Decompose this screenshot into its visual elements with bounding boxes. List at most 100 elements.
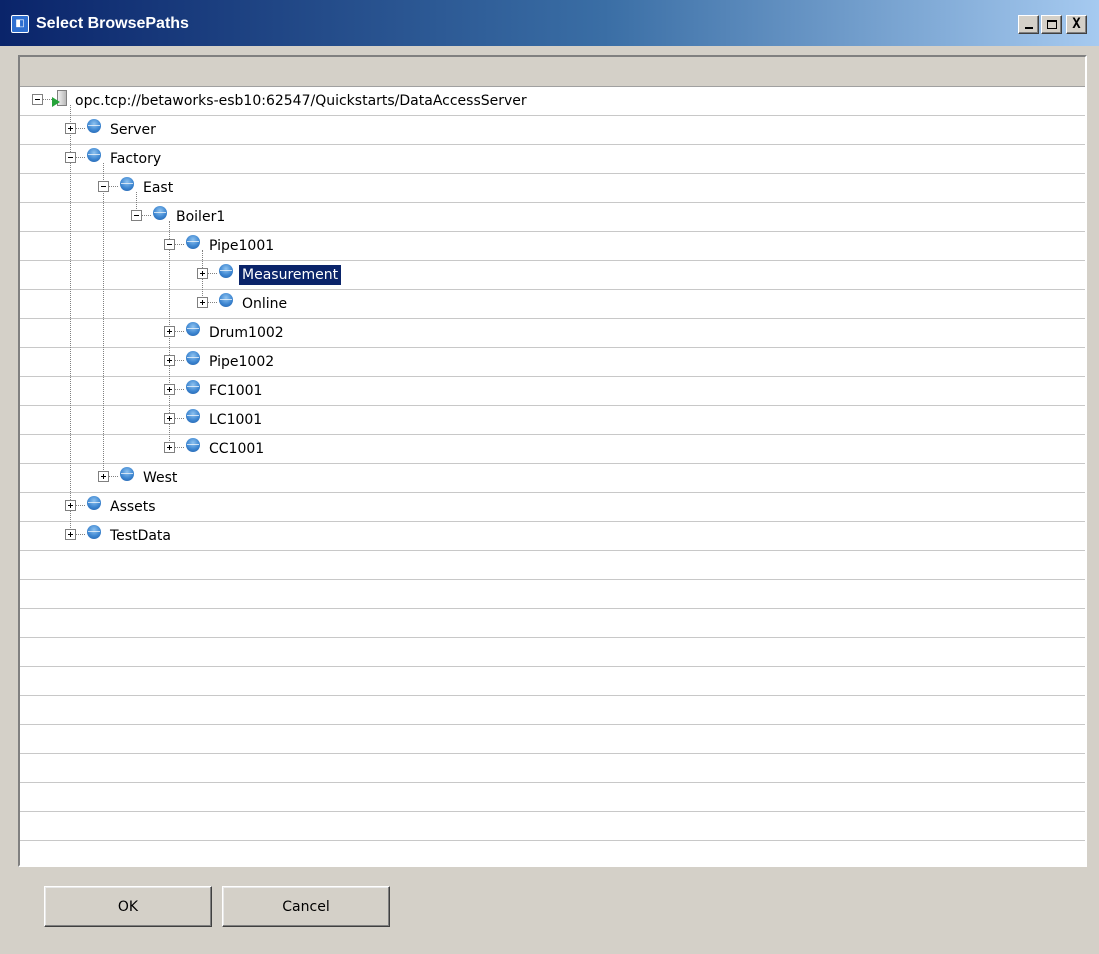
tree-row-line [20,551,1085,580]
node-icon [120,467,134,481]
tree-node-label[interactable]: Assets [107,497,159,517]
maximize-button[interactable] [1041,15,1062,34]
node-icon [219,264,233,278]
tree-connector [43,99,52,100]
app-icon: ◧ [11,15,29,33]
node-icon [186,380,200,394]
browse-tree-panel[interactable]: opc.tcp://betaworks-esb10:62547/Quicksta… [18,55,1087,867]
tree-connector [109,186,118,187]
tree-row-line [20,696,1085,725]
tree-row-line [20,667,1085,696]
node-icon [87,525,101,539]
tree-node-label[interactable]: opc.tcp://betaworks-esb10:62547/Quicksta… [72,91,530,111]
tree-row-line [20,232,1085,261]
tree-row-line [20,609,1085,638]
tree-connector [103,163,104,476]
tree-row-line [20,290,1085,319]
tree-node-label[interactable]: Boiler1 [173,207,228,227]
tree-connector [175,418,184,419]
expand-icon[interactable] [98,471,109,482]
tree-row-line [20,145,1085,174]
tree-connector [76,534,85,535]
expand-icon[interactable] [197,268,208,279]
tree-header [20,57,1085,87]
node-icon [186,322,200,336]
expand-icon[interactable] [65,529,76,540]
expand-icon[interactable] [164,355,175,366]
tree-node-label[interactable]: Drum1002 [206,323,287,343]
server-icon [52,90,68,108]
node-icon [120,177,134,191]
tree-node-label[interactable]: TestData [107,526,174,546]
tree-row-line [20,638,1085,667]
tree-connector [175,360,184,361]
node-icon [87,496,101,510]
node-icon [186,351,200,365]
tree-node-label[interactable]: Server [107,120,159,140]
collapse-icon[interactable] [98,181,109,192]
tree-connector [142,215,151,216]
expand-icon[interactable] [164,442,175,453]
close-button[interactable]: X [1066,15,1087,34]
tree-node-label[interactable]: West [140,468,180,488]
tree-node-label[interactable]: LC1001 [206,410,265,430]
tree-node-label[interactable]: Pipe1001 [206,236,277,256]
tree-row-line [20,754,1085,783]
tree-connector [109,476,118,477]
tree-node-label[interactable]: Online [239,294,290,314]
tree-connector [76,505,85,506]
tree-connector [175,244,184,245]
collapse-icon[interactable] [32,94,43,105]
tree-row-line [20,261,1085,290]
close-icon: X [1072,16,1081,32]
node-icon [153,206,167,220]
tree-row-line [20,348,1085,377]
ok-button[interactable]: OK [44,886,212,927]
minimize-icon [1024,27,1033,29]
tree-row-line [20,435,1085,464]
tree-node-label[interactable]: Pipe1002 [206,352,277,372]
tree-row-line [20,783,1085,812]
expand-icon[interactable] [164,384,175,395]
tree-row-line [20,725,1085,754]
tree-row-line [20,116,1085,145]
title-bar[interactable]: ◧ Select BrowsePaths X [0,0,1099,46]
tree-node-label[interactable]: FC1001 [206,381,265,401]
expand-icon[interactable] [164,326,175,337]
maximize-icon [1046,20,1057,29]
node-icon [186,409,200,423]
window-title: Select BrowsePaths [36,15,189,32]
expand-icon[interactable] [65,123,76,134]
node-icon [219,293,233,307]
minimize-button[interactable] [1018,15,1039,34]
tree-connector [70,105,71,534]
tree-connector [208,302,217,303]
expand-icon[interactable] [197,297,208,308]
expand-icon[interactable] [65,500,76,511]
collapse-icon[interactable] [65,152,76,163]
tree-row-line [20,580,1085,609]
cancel-button[interactable]: Cancel [222,886,390,927]
tree-connector [76,128,85,129]
tree-row-line [20,522,1085,551]
node-icon [186,438,200,452]
node-icon [87,148,101,162]
tree-row-line [20,493,1085,522]
tree-node-label[interactable]: CC1001 [206,439,267,459]
tree-row-line [20,406,1085,435]
tree-row-line [20,319,1085,348]
tree-connector [175,389,184,390]
tree-row-line [20,174,1085,203]
node-icon [186,235,200,249]
tree-node-label-selected[interactable]: Measurement [239,265,342,285]
expand-icon[interactable] [164,413,175,424]
tree-node-label[interactable]: East [140,178,176,198]
tree-connector [76,157,85,158]
tree-row-line [20,841,1085,865]
collapse-icon[interactable] [131,210,142,221]
tree-connector [175,447,184,448]
tree-row-line [20,812,1085,841]
tree-row-line [20,377,1085,406]
collapse-icon[interactable] [164,239,175,250]
tree-node-label[interactable]: Factory [107,149,164,169]
